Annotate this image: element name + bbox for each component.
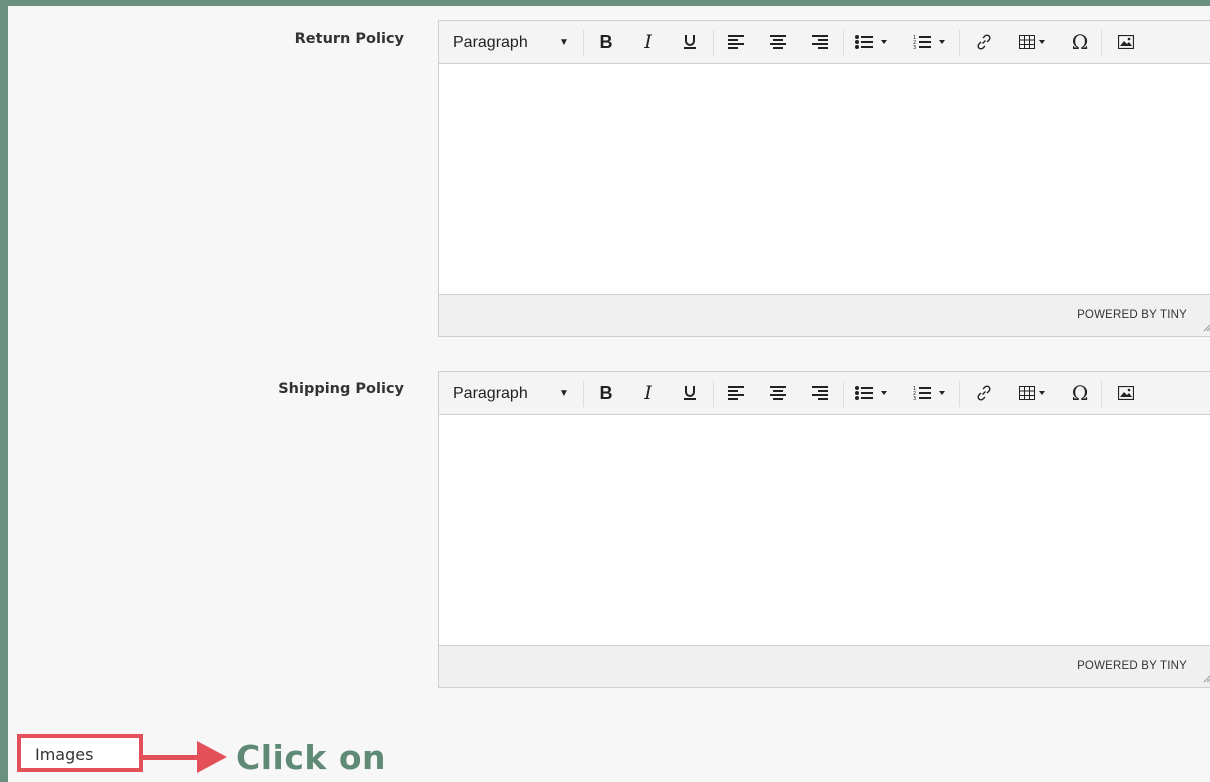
chevron-down-icon: ▼ [559, 388, 569, 399]
return-policy-editor: Paragraph ▼ B I 123 Ω POWERED BY TINY [438, 20, 1210, 337]
italic-icon[interactable]: I [633, 372, 663, 414]
shipping-policy-editor: Paragraph ▼ B I 123 Ω POWERED BY TINY [438, 371, 1210, 688]
align-left-icon[interactable] [721, 21, 751, 63]
bullet-list-icon[interactable] [849, 21, 895, 63]
bold-icon[interactable]: B [591, 372, 621, 414]
images-tab-label: Images [35, 745, 94, 764]
format-select-value: Paragraph [453, 385, 528, 402]
annotation-text: Click on [236, 738, 387, 777]
table-icon[interactable] [1013, 372, 1053, 414]
numbered-list-icon[interactable]: 123 [907, 21, 953, 63]
editor-toolbar: Paragraph ▼ B I 123 Ω [439, 21, 1210, 64]
shipping-policy-label: Shipping Policy [278, 381, 404, 397]
image-icon[interactable] [1111, 21, 1141, 63]
bullet-list-icon[interactable] [849, 372, 895, 414]
link-icon[interactable] [969, 21, 999, 63]
special-character-icon[interactable]: Ω [1065, 21, 1095, 63]
align-right-icon[interactable] [805, 21, 835, 63]
format-select[interactable]: Paragraph ▼ [439, 21, 579, 63]
align-left-icon[interactable] [721, 372, 751, 414]
arrow-right-icon [197, 741, 227, 773]
bold-icon[interactable]: B [591, 21, 621, 63]
editor-content-area[interactable] [439, 415, 1210, 645]
link-icon[interactable] [969, 372, 999, 414]
numbered-list-icon[interactable]: 123 [907, 372, 953, 414]
special-character-icon[interactable]: Ω [1065, 372, 1095, 414]
underline-icon[interactable] [675, 372, 705, 414]
resize-handle-icon[interactable] [1203, 675, 1210, 683]
align-right-icon[interactable] [805, 372, 835, 414]
chevron-down-icon: ▼ [559, 37, 569, 48]
powered-by-label: POWERED BY TINY [1077, 309, 1187, 321]
annotation-arrow [143, 755, 201, 760]
format-select[interactable]: Paragraph ▼ [439, 372, 579, 414]
align-center-icon[interactable] [763, 372, 793, 414]
underline-icon[interactable] [675, 21, 705, 63]
italic-icon[interactable]: I [633, 21, 663, 63]
svg-text:3: 3 [913, 396, 916, 401]
editor-statusbar: POWERED BY TINY [439, 294, 1210, 336]
editor-toolbar: Paragraph ▼ B I 123 Ω [439, 372, 1210, 415]
format-select-value: Paragraph [453, 34, 528, 51]
table-icon[interactable] [1013, 21, 1053, 63]
images-tab[interactable]: Images [17, 734, 143, 772]
editor-content-area[interactable] [439, 64, 1210, 294]
editor-statusbar: POWERED BY TINY [439, 645, 1210, 687]
resize-handle-icon[interactable] [1203, 324, 1210, 332]
powered-by-label: POWERED BY TINY [1077, 660, 1187, 672]
align-center-icon[interactable] [763, 21, 793, 63]
image-icon[interactable] [1111, 372, 1141, 414]
return-policy-label: Return Policy [294, 31, 404, 47]
svg-text:3: 3 [913, 45, 916, 50]
